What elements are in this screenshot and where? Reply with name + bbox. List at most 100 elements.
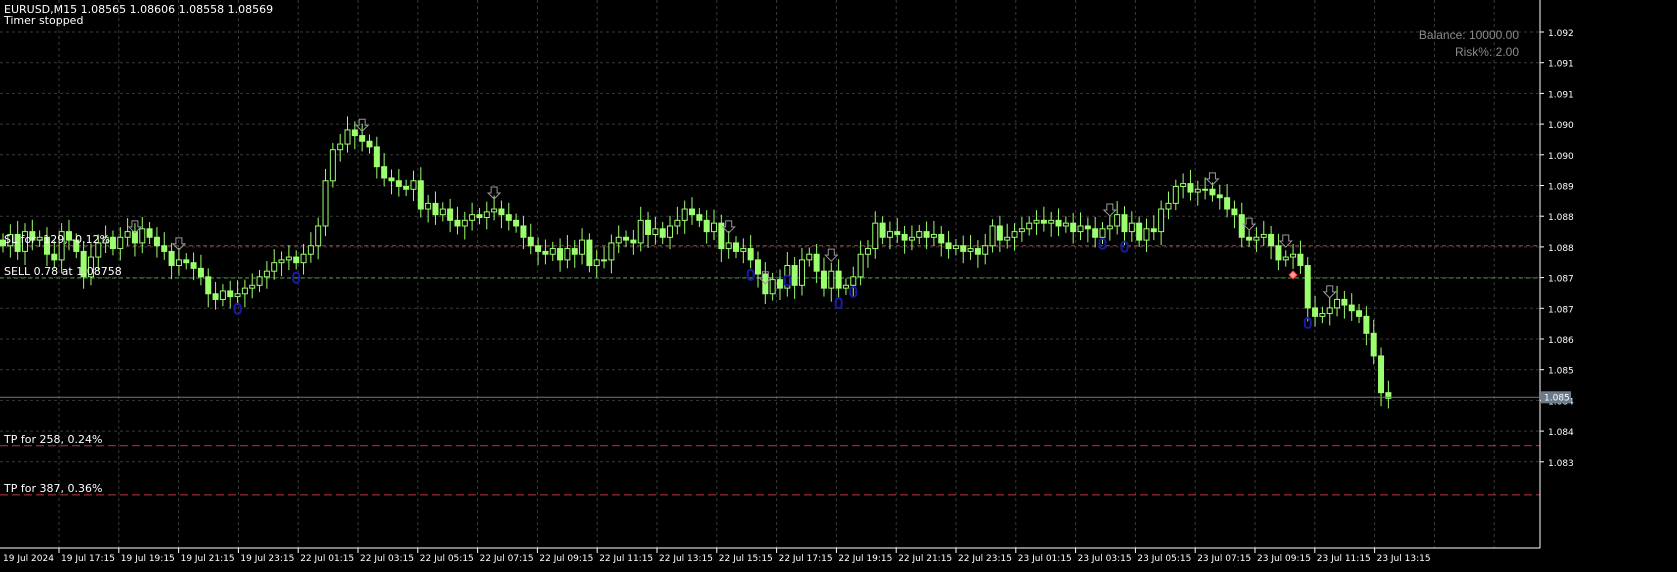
candle-body-bear xyxy=(505,214,512,221)
candle-body-bear xyxy=(197,267,204,278)
candle-body-bull xyxy=(410,180,417,190)
candle-body-bull xyxy=(469,214,476,221)
candle-body-bear xyxy=(1356,310,1363,317)
price-tick-label: 1.088 xyxy=(1548,213,1574,223)
candle-body-bear xyxy=(1312,307,1319,317)
time-tick-label: 22 Jul 15:15 xyxy=(719,554,773,564)
time-tick-label: 22 Jul 07:15 xyxy=(480,554,534,564)
time-tick-label: 22 Jul 23:15 xyxy=(958,554,1012,564)
candle-body-bull xyxy=(1319,313,1326,317)
candle-body-bear xyxy=(1238,214,1245,238)
entry-line-label[interactable]: SELL 0.78 at 1.08758 xyxy=(4,265,122,278)
candle-body-bear xyxy=(388,177,395,182)
candle-body-bull xyxy=(711,222,718,233)
candle-body-bull xyxy=(982,245,989,255)
candle-body-bull xyxy=(219,290,226,300)
candle-body-bear xyxy=(747,248,754,261)
candle-body-bull xyxy=(1180,183,1187,187)
candle-body-bear xyxy=(813,253,820,272)
candle-body-bear xyxy=(359,135,366,142)
candle-body-bear xyxy=(659,228,666,238)
candle-body-bear xyxy=(754,259,761,275)
time-tick-label: 19 Jul 2024 xyxy=(3,554,54,564)
candle-body-bull xyxy=(681,208,688,221)
candle-body-bull xyxy=(1128,222,1135,233)
candle-body-bear xyxy=(153,236,160,247)
candle-body-bull xyxy=(615,236,622,244)
price-tick-label: 1.087 xyxy=(1548,275,1574,285)
candle-body-bear xyxy=(820,270,827,289)
candle-body-bear xyxy=(557,248,564,261)
candle-body-bear xyxy=(476,214,483,219)
candle-body-bear xyxy=(227,290,234,298)
candle-body-bear xyxy=(212,293,219,300)
candle-body-bull xyxy=(322,180,329,227)
candle-body-bull xyxy=(952,245,959,250)
tp1-line-label[interactable]: TP for 258, 0.24% xyxy=(4,433,102,446)
candle-body-bull xyxy=(1026,222,1033,230)
candle-body-bull xyxy=(1194,188,1201,193)
price-tick-label: 1.087 xyxy=(1548,305,1574,315)
candle-body-bear xyxy=(835,270,842,289)
price-tick-label: 1.084 xyxy=(1548,428,1574,438)
candle-body-bear xyxy=(645,219,652,235)
candle-body-bear xyxy=(776,279,783,289)
candle-body-bull xyxy=(798,259,805,286)
candle-body-bull xyxy=(1077,225,1084,233)
candle-body-bull xyxy=(1158,208,1165,233)
candle-body-bull xyxy=(337,143,344,151)
price-tick-label: 1.086 xyxy=(1548,336,1574,346)
candle-body-bear xyxy=(513,219,520,227)
candle-body-bull xyxy=(667,225,674,238)
candle-body-bull xyxy=(608,242,615,261)
candle-body-bull xyxy=(579,239,586,255)
candle-body-bull xyxy=(872,222,879,250)
chart-canvas[interactable]: 1.092 1.091 1.091 1.090 1.090 1.089 1.088 1.088… xyxy=(0,0,1677,572)
candle-body-bear xyxy=(733,242,739,252)
candle-body-bear xyxy=(1363,315,1370,334)
candle-body-bear xyxy=(879,222,886,238)
candle-body-bull xyxy=(1202,188,1209,191)
candle-body-bear xyxy=(1121,214,1128,233)
candle-body-bull xyxy=(1334,298,1341,309)
candle-body-bull xyxy=(117,236,124,250)
candle-body-bull xyxy=(1165,202,1172,210)
candle-body-bear xyxy=(1378,355,1385,394)
candle-body-bear xyxy=(703,219,710,233)
candle-body-bull xyxy=(593,259,600,267)
candle-body-bear xyxy=(630,239,637,244)
time-tick-label: 22 Jul 11:15 xyxy=(599,554,653,564)
candle-body-bear xyxy=(586,239,593,267)
time-tick-label: 19 Jul 17:15 xyxy=(61,554,115,564)
candle-body-bear xyxy=(1187,183,1194,193)
candle-body-bull xyxy=(930,233,937,238)
time-tick-label: 22 Jul 01:15 xyxy=(300,554,354,564)
candle-body-bear xyxy=(381,166,388,179)
candle-body-bear xyxy=(901,233,908,241)
candle-body-bull xyxy=(1260,233,1267,238)
candle-body-bull xyxy=(1290,253,1297,258)
candle-body-bull xyxy=(307,245,314,255)
price-tick-label: 1.090 xyxy=(1548,152,1574,162)
risk-label: Risk%: 2.00 xyxy=(1454,45,1519,59)
candle-body-bull xyxy=(769,279,776,295)
candle-body-bull xyxy=(300,253,307,264)
candle-body-bear xyxy=(1055,219,1062,227)
sl-line-label[interactable]: SL for -129, -0.12% xyxy=(4,233,110,246)
timer-status: Timer stopped xyxy=(4,14,84,27)
time-tick-label: 23 Jul 01:15 xyxy=(1018,554,1072,564)
candle-body-bear xyxy=(1304,265,1311,309)
candle-body-bull xyxy=(725,242,732,250)
price-tick-label: 1.088 xyxy=(1548,244,1574,254)
candle-body-bull xyxy=(740,248,747,252)
candle-body-bull xyxy=(828,270,835,289)
candle-body-bear xyxy=(974,248,981,255)
candle-body-bull xyxy=(344,129,351,145)
time-tick-label: 23 Jul 07:15 xyxy=(1197,554,1251,564)
tp2-line-label[interactable]: TP for 387, 0.36% xyxy=(4,482,102,495)
time-tick-label: 19 Jul 21:15 xyxy=(181,554,235,564)
time-tick-label: 19 Jul 19:15 xyxy=(121,554,175,564)
candle-body-bear xyxy=(183,259,190,264)
candle-body-bull xyxy=(285,256,292,261)
candle-body-bear xyxy=(1246,236,1253,241)
